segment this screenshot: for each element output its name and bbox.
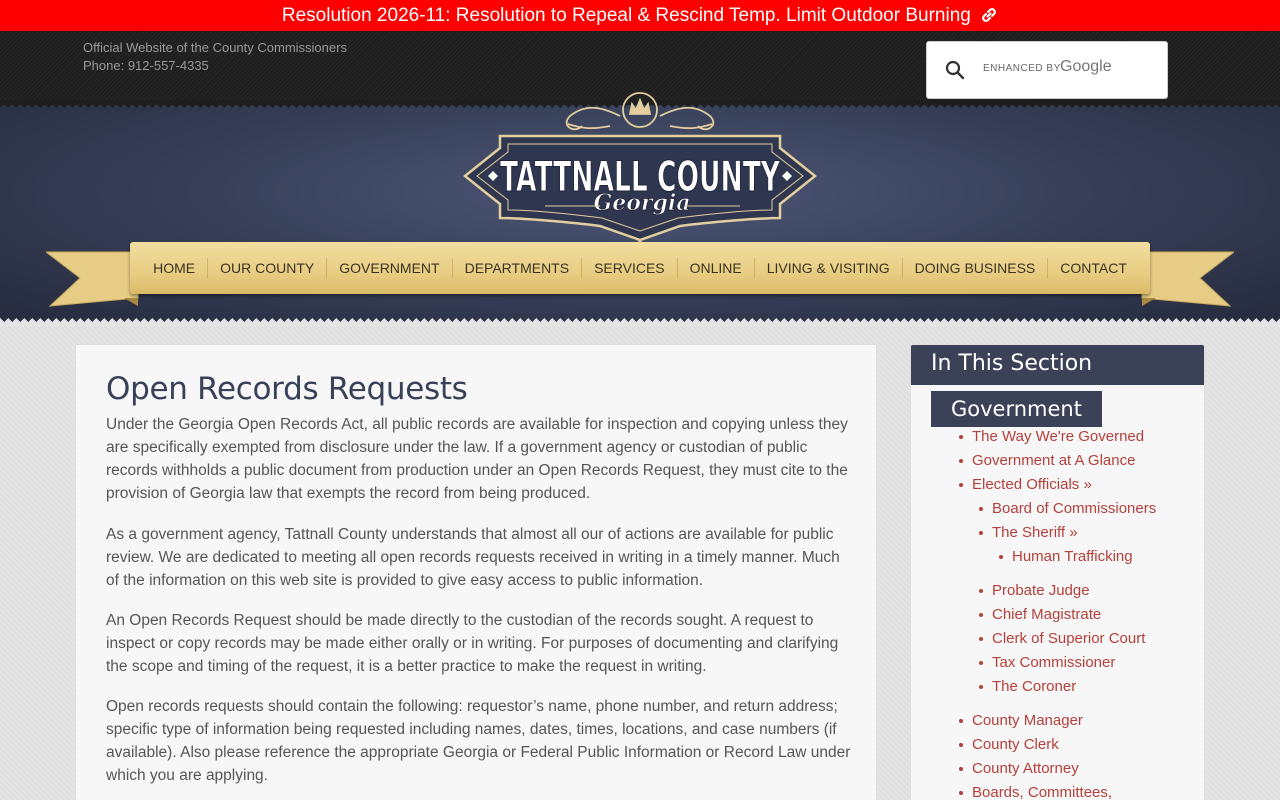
sidebar-item-at-a-glance[interactable]: Government at A Glance xyxy=(972,451,1135,471)
link-icon xyxy=(980,3,998,34)
search-icon[interactable] xyxy=(945,60,965,85)
bullet-icon xyxy=(979,589,983,593)
sidebar-item-elected-officials[interactable]: Elected Officials » xyxy=(972,475,1092,495)
sidebar-item-human-trafficking[interactable]: Human Trafficking xyxy=(1012,547,1133,567)
sidebar-item-county-attorney[interactable]: County Attorney xyxy=(972,759,1079,779)
sidebar-item-county-manager[interactable]: County Manager xyxy=(972,711,1083,731)
sidebar-item-board-commissioners[interactable]: Board of Commissioners xyxy=(992,499,1156,519)
bullet-icon xyxy=(999,555,1003,559)
bullet-icon xyxy=(979,507,983,511)
bullet-icon xyxy=(959,743,963,747)
page-title: Open Records Requests xyxy=(106,371,468,407)
bullet-icon xyxy=(959,483,963,487)
bullet-icon xyxy=(959,791,963,795)
logo-subtitle: Georgia xyxy=(593,190,690,216)
sidebar-item-probate-judge[interactable]: Probate Judge xyxy=(992,581,1090,601)
bullet-icon xyxy=(979,637,983,641)
sidebar-section-government[interactable]: Government xyxy=(931,391,1102,427)
bullet-icon xyxy=(959,767,963,771)
bullet-icon xyxy=(979,531,983,535)
search-box[interactable]: ENHANCED BY Google xyxy=(926,41,1168,99)
nav-home[interactable]: HOME xyxy=(141,258,207,278)
bullet-icon xyxy=(979,613,983,617)
sidebar-item-sheriff[interactable]: The Sheriff » xyxy=(992,523,1078,543)
nav-services[interactable]: SERVICES xyxy=(581,258,677,278)
content-card: Open Records Requests Under the Georgia … xyxy=(75,344,877,800)
sidebar: In This Section Government The Way We're… xyxy=(910,344,1205,800)
ribbon-nav: HOME OUR COUNTY GOVERNMENT DEPARTMENTS S… xyxy=(46,240,1234,310)
nav-online[interactable]: ONLINE xyxy=(676,258,754,278)
bullet-icon xyxy=(979,685,983,689)
sidebar-item-county-clerk[interactable]: County Clerk xyxy=(972,735,1059,755)
paragraph-2: As a government agency, Tattnall County … xyxy=(106,526,840,589)
nav-our-county[interactable]: OUR COUNTY xyxy=(207,258,326,278)
bullet-icon xyxy=(959,459,963,463)
nav-government[interactable]: GOVERNMENT xyxy=(326,258,451,278)
alert-banner[interactable]: Resolution 2026-11: Resolution to Repeal… xyxy=(0,0,1280,31)
sidebar-item-way-governed[interactable]: The Way We're Governed xyxy=(972,427,1144,447)
bullet-icon xyxy=(959,719,963,723)
sidebar-item-tax-commissioner[interactable]: Tax Commissioner xyxy=(992,653,1115,673)
top-info: Official Website of the County Commissio… xyxy=(83,39,347,75)
sidebar-item-chief-magistrate[interactable]: Chief Magistrate xyxy=(992,605,1101,625)
paragraph-3: An Open Records Request should be made d… xyxy=(106,612,839,675)
nav-doing-business[interactable]: DOING BUSINESS xyxy=(901,258,1048,278)
crown-ornament-icon xyxy=(565,92,715,131)
sidebar-item-coroner[interactable]: The Coroner xyxy=(992,677,1076,697)
alert-text[interactable]: Resolution 2026-11: Resolution to Repeal… xyxy=(282,5,971,26)
bullet-icon xyxy=(979,661,983,665)
county-logo[interactable]: TATTNALL COUNTY Georgia xyxy=(460,86,820,256)
sidebar-item-boards-committees[interactable]: Boards, Committees, xyxy=(972,783,1112,800)
paragraph-1: Under the Georgia Open Records Act, all … xyxy=(106,416,848,502)
nav-contact[interactable]: CONTACT xyxy=(1047,258,1139,278)
search-input[interactable] xyxy=(975,56,1155,86)
nav-departments[interactable]: DEPARTMENTS xyxy=(451,258,582,278)
sidebar-heading: In This Section xyxy=(911,345,1204,385)
paragraph-4: Open records requests should contain the… xyxy=(106,698,851,784)
header-edge-bottom xyxy=(0,318,1280,326)
bullet-icon xyxy=(959,435,963,439)
ribbon-main: HOME OUR COUNTY GOVERNMENT DEPARTMENTS S… xyxy=(130,242,1150,294)
nav-living-visiting[interactable]: LIVING & VISITING xyxy=(753,258,902,278)
site-phone: Phone: 912-557-4335 xyxy=(83,58,209,73)
main-nav: HOME OUR COUNTY GOVERNMENT DEPARTMENTS S… xyxy=(130,242,1150,294)
sidebar-item-clerk-superior-court[interactable]: Clerk of Superior Court xyxy=(992,629,1145,649)
site-tagline: Official Website of the County Commissio… xyxy=(83,40,347,55)
